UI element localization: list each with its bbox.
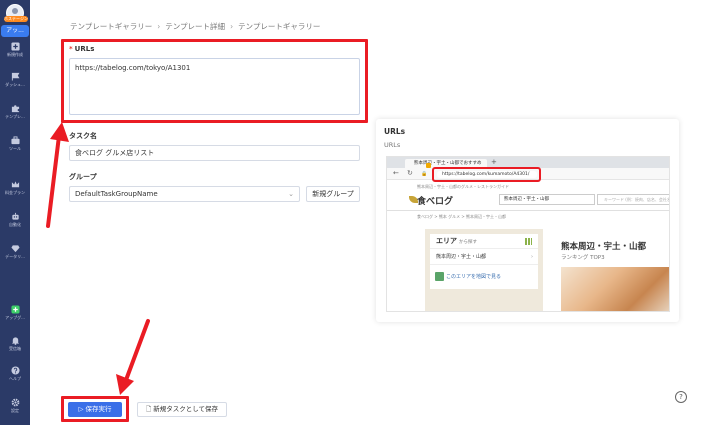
account-badge: ホステージン bbox=[4, 16, 28, 22]
mini-search-area: 熊本周辺・宇土・山都 bbox=[499, 194, 595, 205]
arrow-down-icon bbox=[116, 319, 150, 395]
mini-ranking-label: ランキング TOP3 bbox=[561, 255, 605, 261]
sidebar-item-label: ダッシュ... bbox=[5, 82, 25, 87]
new-group-button[interactable]: 新規グループ bbox=[306, 186, 360, 202]
sidebar-item-label: ヘルプ bbox=[9, 376, 21, 381]
mini-area-panel: エリア から探す 熊本周辺・宇土・山都 › このエリアを地図で見る bbox=[425, 229, 543, 311]
mini-breadcrumb-2: 食べログ > 熊本 グルメ > 熊本周辺・宇土・山都 bbox=[417, 214, 507, 219]
flag-icon bbox=[11, 72, 19, 81]
chevron-down-icon: ⌄ bbox=[288, 190, 294, 198]
crown-icon bbox=[11, 181, 19, 188]
sidebar-item-label: 設定 bbox=[11, 408, 19, 413]
reload-icon: ↻ bbox=[407, 169, 413, 177]
preview-title: URLs bbox=[384, 127, 406, 136]
save-as-new-task-button[interactable]: 🗋 新規タスクとして保存 bbox=[137, 402, 227, 417]
task-name-input[interactable] bbox=[69, 145, 360, 161]
diamond-icon bbox=[10, 245, 20, 253]
sidebar-item-pricing[interactable]: 料金プラン bbox=[0, 180, 30, 196]
sidebar-item-label: 新規作成 bbox=[7, 52, 23, 57]
plus-icon: + bbox=[491, 158, 497, 166]
group-select-value: DefaultTaskGroupName bbox=[75, 190, 158, 198]
sidebar-item-new[interactable]: 新規作成 bbox=[0, 42, 30, 58]
divider bbox=[387, 210, 669, 211]
mini-breadcrumb: 熊本周辺・宇土・山都のグルメ・レストランガイド bbox=[417, 184, 509, 189]
group-label: グループ bbox=[69, 173, 97, 181]
upgrade-icon bbox=[10, 305, 20, 314]
help-button[interactable]: ? bbox=[675, 391, 687, 403]
bell-icon bbox=[11, 337, 19, 345]
highlight-box-mini-url bbox=[432, 167, 541, 182]
sidebar-item-label: アップグ... bbox=[5, 315, 25, 320]
toolbox-icon bbox=[10, 136, 20, 145]
puzzle-icon bbox=[11, 105, 19, 113]
chevron-right-icon: › bbox=[157, 22, 161, 31]
signal-bars-icon bbox=[525, 238, 532, 245]
chevron-right-icon: › bbox=[230, 22, 234, 31]
map-icon bbox=[435, 272, 444, 281]
sidebar-item-automation[interactable]: 自動化 bbox=[0, 212, 30, 228]
sidebar-item-data[interactable]: データリ... bbox=[0, 244, 30, 260]
task-name-label: タスク名 bbox=[69, 132, 97, 140]
sidebar-item-upgrade[interactable]: アップグ... bbox=[0, 305, 30, 321]
sidebar-item-label: 自動化 bbox=[9, 222, 21, 227]
mini-page-title: 熊本周辺・宇土・山都 bbox=[561, 242, 647, 252]
back-icon: ← bbox=[393, 169, 399, 177]
mini-area-heading: エリア から探す bbox=[430, 234, 538, 249]
breadcrumb: テンプレートギャラリー › テンプレート詳細 › テンプレートギャラリー bbox=[70, 21, 320, 32]
sidebar-item-templates[interactable]: テンプレ... bbox=[0, 104, 30, 120]
lock-icon: 🔒 bbox=[421, 171, 428, 177]
sidebar: ホステージン アッ... 新規作成 ダッシュ... テンプレ... ツール 料金… bbox=[0, 0, 30, 425]
sidebar-item-label: データリ... bbox=[5, 254, 25, 259]
preview-subtitle: URLs bbox=[384, 141, 401, 149]
preview-screenshot: 熊本周辺・宇土・山都でおすすめ + ← ↻ 🔒 https://tabelog.… bbox=[386, 156, 670, 312]
mini-search-keyword: キーワード (例：焼肉、店名、会社名) bbox=[597, 194, 669, 205]
help-icon bbox=[10, 366, 20, 375]
sidebar-item-inbox[interactable]: 受信箱 bbox=[0, 336, 30, 352]
sidebar-item-label: 受信箱 bbox=[9, 346, 21, 351]
gear-icon bbox=[11, 398, 19, 407]
sidebar-item-label: ツール bbox=[9, 146, 21, 151]
breadcrumb-item[interactable]: テンプレートギャラリー bbox=[70, 22, 152, 31]
sidebar-item-help[interactable]: ヘルプ bbox=[0, 366, 30, 382]
mini-map-link: このエリアを地図で見る bbox=[430, 265, 538, 289]
sidebar-item-account[interactable]: アッ... bbox=[1, 25, 29, 37]
food-photo bbox=[561, 267, 669, 311]
mini-area-list: エリア から探す 熊本周辺・宇土・山都 › このエリアを地図で見る bbox=[430, 234, 538, 289]
plus-square-icon bbox=[10, 42, 20, 51]
mini-logo: 食べログ bbox=[417, 197, 454, 207]
sidebar-item-tools[interactable]: ツール bbox=[0, 136, 30, 152]
sidebar-item-dashboard[interactable]: ダッシュ... bbox=[0, 72, 30, 88]
breadcrumb-item: テンプレートギャラリー bbox=[238, 22, 321, 31]
chevron-right-icon: › bbox=[531, 254, 533, 260]
sidebar-item-label: 料金プラン bbox=[5, 190, 25, 195]
question-icon: ? bbox=[679, 393, 683, 401]
robot-icon bbox=[11, 212, 19, 220]
mini-region-item: 熊本周辺・宇土・山都 › bbox=[430, 249, 538, 265]
arrow-up-icon bbox=[46, 122, 69, 228]
sidebar-item-settings[interactable]: 設定 bbox=[0, 398, 30, 414]
breadcrumb-item[interactable]: テンプレート詳細 bbox=[165, 22, 225, 31]
save-run-button[interactable]: ▷ 保存実行 bbox=[68, 402, 122, 417]
group-select[interactable]: DefaultTaskGroupName ⌄ bbox=[69, 186, 300, 202]
sidebar-item-label: テンプレ... bbox=[5, 114, 25, 119]
play-icon: ▷ bbox=[78, 405, 86, 413]
url-preview-card: URLs URLs 熊本周辺・宇土・山都でおすすめ + ← ↻ 🔒 https:… bbox=[376, 119, 679, 322]
highlight-box-urls bbox=[61, 39, 368, 123]
